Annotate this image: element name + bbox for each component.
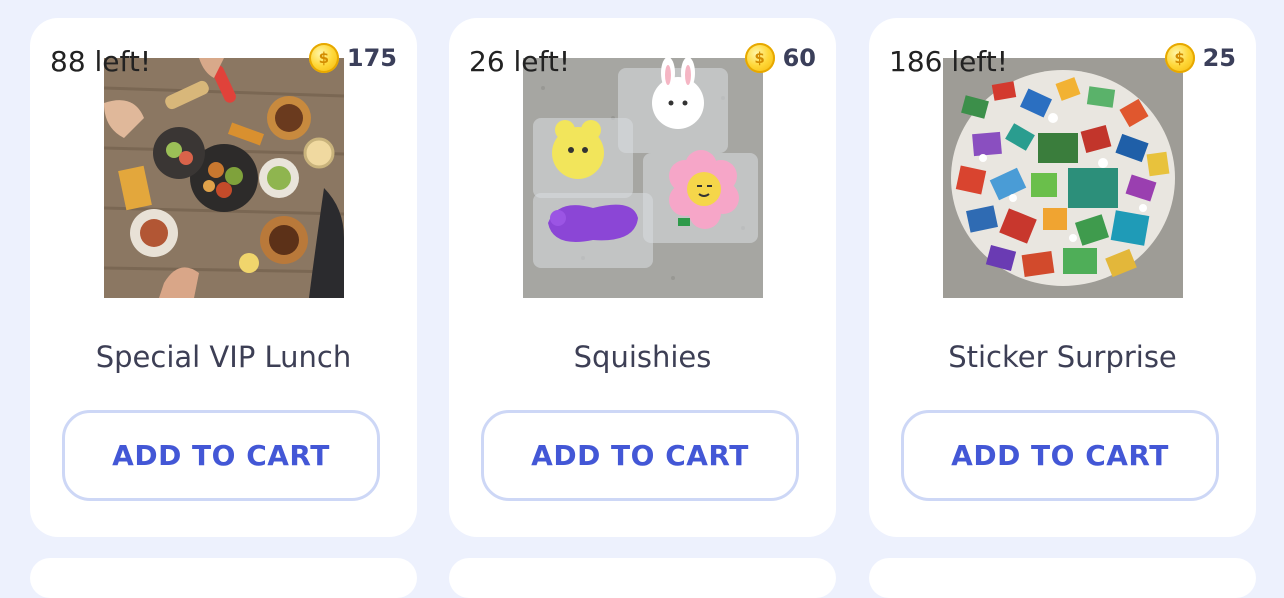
add-to-cart-button[interactable]: ADD TO CART xyxy=(901,410,1219,501)
product-card: 26 left! $ 60 Squishies ADD TO CART xyxy=(449,18,836,537)
product-card: 88 left! $ 175 Special VIP Lunch ADD TO … xyxy=(30,18,417,537)
price-value: 175 xyxy=(346,44,397,72)
coin-icon: $ xyxy=(308,43,339,73)
product-card xyxy=(869,558,1256,598)
stock-count: 186 left! xyxy=(889,45,1008,78)
coin-icon: $ xyxy=(1164,43,1195,73)
price: $ 60 xyxy=(744,43,816,73)
price-value: 60 xyxy=(782,44,816,72)
price-value: 25 xyxy=(1202,44,1236,72)
product-name: Sticker Surprise xyxy=(948,340,1177,374)
product-card xyxy=(30,558,417,598)
coin-icon: $ xyxy=(744,43,775,73)
squishy-toys-photo xyxy=(523,58,763,298)
product-card: 186 left! $ 25 Sticker Surprise ADD TO C… xyxy=(869,18,1256,537)
product-card xyxy=(449,558,836,598)
stock-count: 26 left! xyxy=(469,45,571,78)
stickers-pile-photo xyxy=(943,58,1183,298)
product-name: Special VIP Lunch xyxy=(95,340,352,374)
food-platter-photo xyxy=(104,58,344,298)
stock-count: 88 left! xyxy=(50,45,152,78)
price: $ 25 xyxy=(1164,43,1236,73)
add-to-cart-button[interactable]: ADD TO CART xyxy=(62,410,380,501)
add-to-cart-button[interactable]: ADD TO CART xyxy=(481,410,799,501)
product-name: Squishies xyxy=(573,340,712,374)
price: $ 175 xyxy=(308,43,397,73)
